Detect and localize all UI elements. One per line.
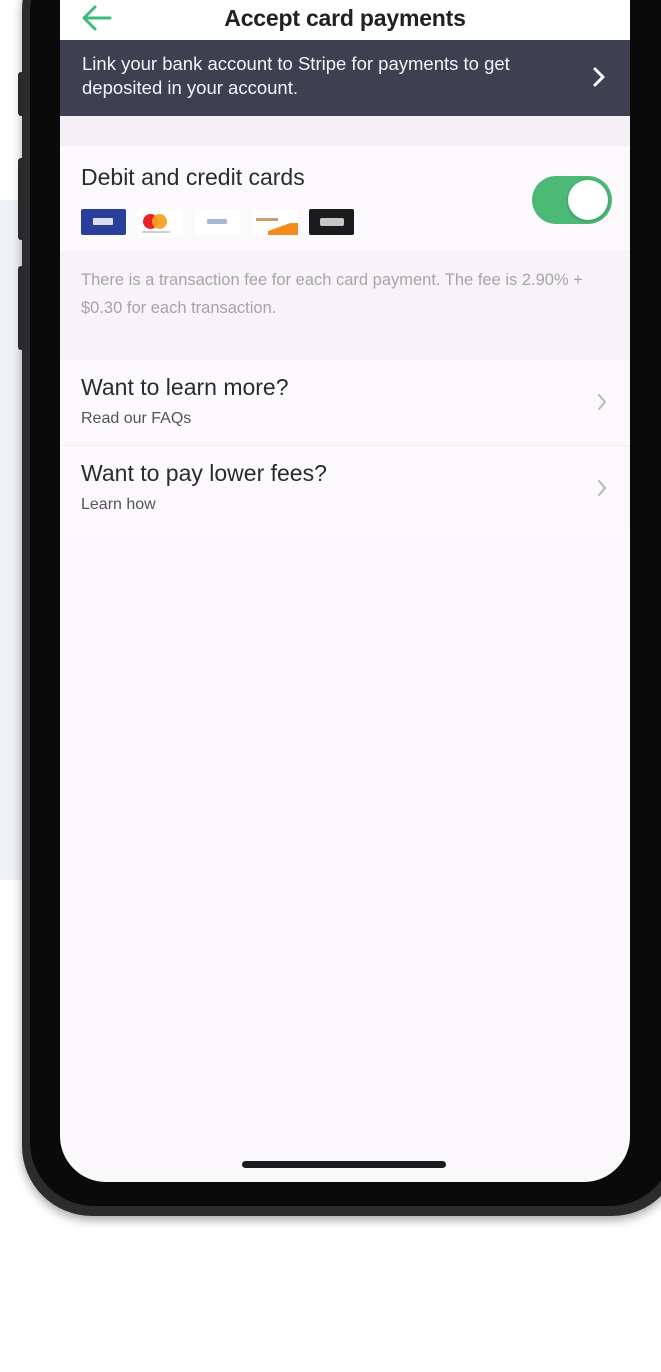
- apple-pay-logo-icon: [309, 209, 354, 235]
- page-title: Accept card payments: [224, 5, 466, 31]
- discover-logo-icon: [252, 209, 298, 235]
- learn-more-row[interactable]: Want to learn more? Read our FAQs: [60, 360, 630, 446]
- cards-toggle[interactable]: [532, 176, 612, 224]
- mastercard-logo-icon: [138, 209, 183, 235]
- link-bank-banner[interactable]: Link your bank account to Stripe for pay…: [60, 40, 630, 116]
- card-logos: [81, 208, 354, 236]
- chevron-right-icon: [598, 394, 606, 410]
- banner-text: Link your bank account to Stripe for pay…: [82, 53, 510, 98]
- cards-section: Debit and credit cards: [60, 146, 630, 250]
- amex-logo-icon: [195, 209, 240, 235]
- cards-title: Debit and credit cards: [81, 164, 305, 190]
- phone-screen: Accept card payments Link your bank acco…: [60, 0, 630, 1182]
- section-spacer: [60, 116, 630, 146]
- home-indicator[interactable]: [242, 1161, 446, 1168]
- nav-header: Accept card payments: [60, 0, 630, 40]
- row-subtitle: Learn how: [81, 496, 156, 513]
- page: Accept card payments Link your bank acco…: [0, 0, 661, 1372]
- volume-down-button: [18, 266, 26, 350]
- volume-up-button: [18, 158, 26, 240]
- chevron-right-icon: [593, 67, 605, 87]
- row-title: Want to pay lower fees?: [81, 460, 327, 486]
- row-title: Want to learn more?: [81, 374, 289, 400]
- row-subtitle: Read our FAQs: [81, 410, 192, 427]
- fee-info: There is a transaction fee for each card…: [60, 250, 630, 360]
- mute-switch: [18, 72, 26, 116]
- chevron-right-icon: [598, 480, 606, 496]
- fee-text: There is a transaction fee for each card…: [81, 271, 583, 317]
- toggle-knob: [568, 180, 608, 220]
- visa-logo-icon: [81, 209, 126, 235]
- lower-fees-row[interactable]: Want to pay lower fees? Learn how: [60, 446, 630, 532]
